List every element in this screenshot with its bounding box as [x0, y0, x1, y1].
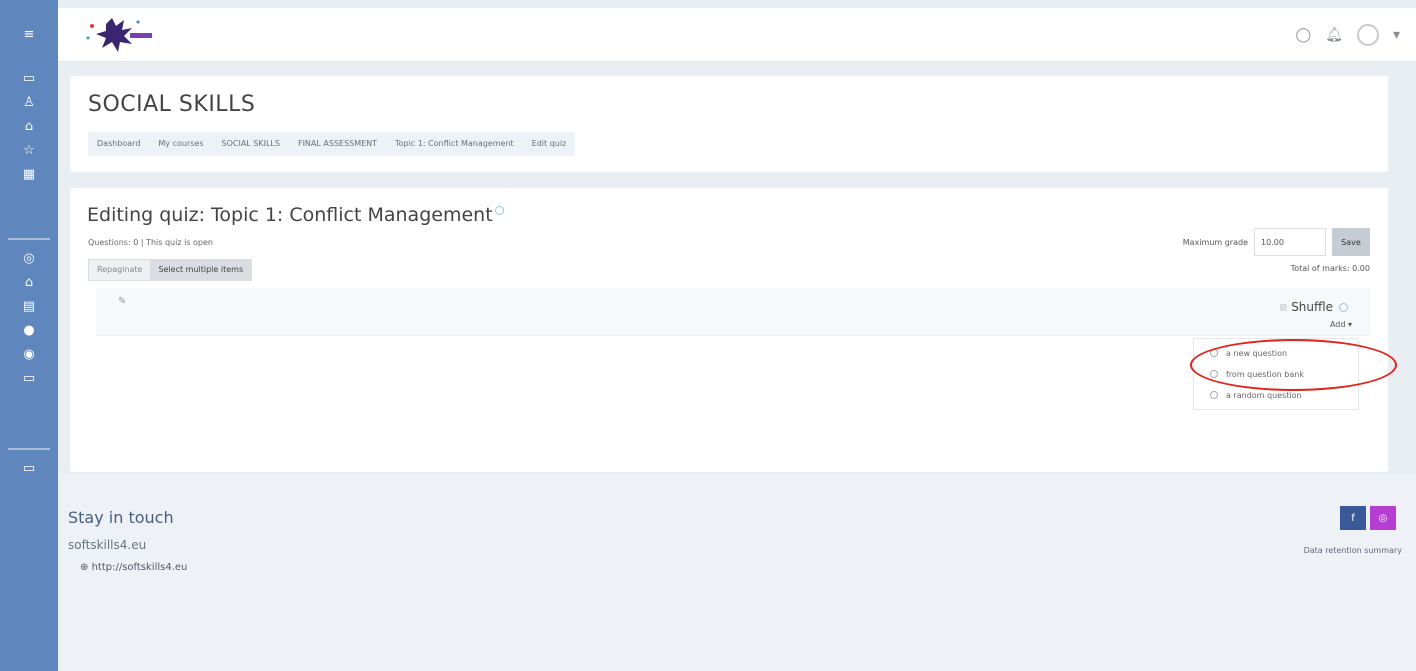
shuffle-label: Shuffle	[1291, 300, 1333, 314]
breadcrumb-my-courses[interactable]: My courses	[149, 132, 212, 156]
top-bar: ◯ 🔔︎ ▾	[58, 8, 1416, 62]
nav-rail: ≡ ▭ ♙ ⌂ ☆ ▦ ◎ ⌂ ▤ ● ◉ ▭ ▭	[0, 0, 58, 671]
settings-icon[interactable]: ◉	[0, 342, 58, 366]
menu-item-label: a new question	[1226, 349, 1288, 358]
total-marks: Total of marks: 0.00	[1290, 264, 1370, 273]
globe-icon: ⊕	[80, 562, 89, 573]
folder-icon[interactable]: ▭	[0, 366, 58, 390]
user-avatar[interactable]	[1356, 24, 1379, 46]
quiz-status: Questions: 0 | This quiz is open	[88, 238, 213, 247]
bell-icon[interactable]: 🔔︎	[1325, 27, 1343, 43]
star-icon[interactable]: ☆	[0, 138, 58, 162]
menu-item-label: from question bank	[1226, 370, 1304, 379]
page-title: SOCIAL SKILLS	[88, 92, 256, 117]
info-icon[interactable]: ◎	[0, 246, 58, 270]
add-label: Add	[1329, 320, 1346, 329]
add-dropdown[interactable]: Add ▾	[1330, 320, 1352, 329]
menu-icon[interactable]: ≡	[0, 22, 58, 46]
menu-item-question-bank[interactable]: from question bank	[1194, 364, 1358, 385]
quiz-editor: Editing quiz: Topic 1: Conflict Manageme…	[70, 188, 1388, 472]
rail-divider	[8, 448, 50, 450]
add-menu: a new question from question bank a rand…	[1193, 338, 1359, 410]
calendar-icon[interactable]: ▤	[0, 294, 58, 318]
breadcrumb: Dashboard My courses SOCIAL SKILLS FINAL…	[88, 132, 576, 156]
plus-icon	[1210, 349, 1218, 357]
footer: Stay in touch softskills4.eu ⊕ http://so…	[58, 474, 1416, 671]
footer-site: softskills4.eu	[68, 538, 147, 552]
top-icons: ◯ 🔔︎ ▾	[1296, 24, 1400, 46]
facebook-icon[interactable]: f	[1340, 506, 1366, 530]
repaginate-button[interactable]: Repaginate	[89, 260, 151, 280]
plus-icon	[1210, 391, 1218, 399]
help-icon[interactable]	[494, 206, 504, 215]
data-retention-link[interactable]: Data retention summary	[1304, 546, 1402, 555]
lock-icon[interactable]: ⌂	[0, 114, 58, 138]
max-grade-input[interactable]	[1254, 228, 1326, 256]
quiz-title: Editing quiz: Topic 1: Conflict Manageme…	[87, 204, 504, 226]
breadcrumb-dashboard[interactable]: Dashboard	[88, 132, 149, 156]
max-grade-row: Maximum grade Save	[1183, 228, 1370, 256]
save-button[interactable]: Save	[1332, 228, 1370, 256]
breadcrumb-section[interactable]: FINAL ASSESSMENT	[289, 132, 386, 156]
rail-divider	[8, 238, 50, 240]
max-grade-label: Maximum grade	[1182, 237, 1248, 247]
menu-item-new-question[interactable]: a new question	[1194, 343, 1358, 364]
breadcrumb-edit-quiz[interactable]: Edit quiz	[523, 132, 576, 156]
breadcrumb-course[interactable]: SOCIAL SKILLS	[213, 132, 289, 156]
select-multiple-button[interactable]: Select multiple items	[150, 260, 252, 280]
social-links: f ◎	[1340, 506, 1396, 530]
instagram-icon[interactable]: ◎	[1370, 506, 1396, 530]
caret-down-icon: ▾	[1347, 320, 1352, 329]
pencil-icon[interactable]: ✎	[118, 296, 126, 307]
menu-item-random-question[interactable]: a random question	[1194, 385, 1358, 406]
folder-icon[interactable]: ▭	[0, 456, 58, 480]
quiz-tabs: Repaginate Select multiple items	[88, 259, 253, 281]
plus-icon	[1210, 370, 1218, 378]
users-icon[interactable]: ♙	[0, 90, 58, 114]
quiz-section: ✎ Shuffle Add ▾	[96, 288, 1370, 336]
site-logo[interactable]	[78, 14, 160, 58]
grid-icon[interactable]: ▦	[0, 162, 58, 186]
footer-title: Stay in touch	[68, 508, 174, 527]
badge-icon[interactable]: ●	[0, 318, 58, 342]
help-icon[interactable]	[1339, 302, 1348, 312]
breadcrumb-quiz[interactable]: Topic 1: Conflict Management	[386, 132, 523, 156]
page-header: SOCIAL SKILLS Dashboard My courses SOCIA…	[70, 76, 1388, 172]
folder-icon[interactable]: ▭	[0, 66, 58, 90]
quiz-title-text: Editing quiz: Topic 1: Conflict Manageme…	[87, 204, 493, 226]
menu-item-label: a random question	[1226, 391, 1302, 400]
chat-icon[interactable]: ◯	[1296, 27, 1312, 43]
home-icon[interactable]: ⌂	[0, 270, 58, 294]
shuffle-checkbox[interactable]	[1280, 303, 1288, 311]
chevron-down-icon[interactable]: ▾	[1393, 27, 1400, 43]
footer-link[interactable]: ⊕ http://softskills4.eu	[80, 562, 187, 573]
shuffle-control: Shuffle	[1280, 300, 1348, 314]
footer-link-text[interactable]: http://softskills4.eu	[92, 562, 188, 573]
